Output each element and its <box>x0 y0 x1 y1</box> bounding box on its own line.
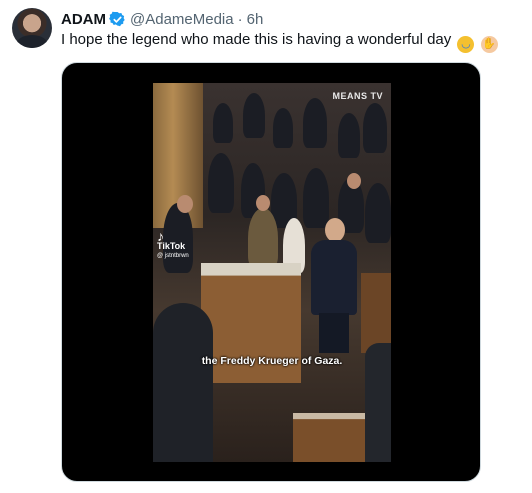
tweet-body: I hope the legend who made this is havin… <box>61 31 452 48</box>
author-avatar[interactable] <box>12 8 52 48</box>
tiktok-label: TikTok <box>157 241 186 251</box>
video-player[interactable]: MEANS TV ♪ TikTok @ jstntbrwn the Freddy… <box>61 62 481 482</box>
face <box>347 173 361 189</box>
lectern <box>361 273 391 353</box>
verified-badge-icon[interactable] <box>109 11 126 28</box>
author-handle[interactable]: @AdameMedia <box>130 11 234 28</box>
foreground-person <box>153 303 213 462</box>
tweet-text: I hope the legend who made this is havin… <box>61 31 498 53</box>
separator-dot: · <box>237 10 243 28</box>
rolling-laughing-emoji-icon: ◡ <box>457 36 475 53</box>
tiktok-logo-icon: ♪ <box>157 228 164 244</box>
video-caption: the Freddy Krueger of Gaza. <box>201 355 343 367</box>
clapping-hands-emoji-icon: ✋ <box>480 36 498 53</box>
timestamp[interactable]: 6h <box>247 11 264 28</box>
avatar-silhouette <box>16 35 48 48</box>
channel-watermark: MEANS TV <box>332 91 383 101</box>
face <box>256 195 270 211</box>
tiktok-user: @ jstntbrwn <box>157 253 189 259</box>
central-figure <box>311 218 357 353</box>
tiktok-watermark: ♪ TikTok @ jstntbrwn <box>157 228 189 261</box>
tweet-header: ADAM @AdameMedia · 6h <box>61 9 263 29</box>
face <box>177 195 193 213</box>
video-frame[interactable]: MEANS TV ♪ TikTok @ jstntbrwn the Freddy… <box>153 83 391 462</box>
author-name[interactable]: ADAM <box>61 11 106 28</box>
